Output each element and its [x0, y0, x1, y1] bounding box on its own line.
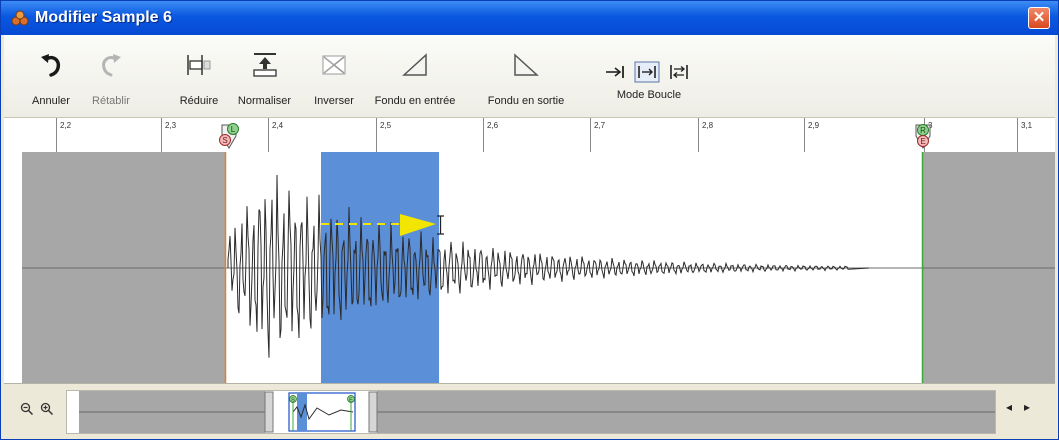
- thumb-left-grip[interactable]: [264, 391, 274, 433]
- loop-pingpong-icon[interactable]: [668, 63, 690, 81]
- ruler-tick: 3,1: [1017, 118, 1032, 152]
- reverse-label: Inverser: [314, 95, 354, 107]
- time-ruler[interactable]: 2,2 2,3 2,4 2,5 2,6 2,7 2,8 2,9 3 3,1 L …: [4, 118, 1055, 153]
- normalize-label: Normaliser: [237, 95, 292, 107]
- zoom-in-icon[interactable]: [40, 402, 54, 416]
- undo-button[interactable]: Annuler: [26, 35, 76, 115]
- loop-forward-icon[interactable]: [634, 61, 660, 83]
- undo-icon: [41, 54, 61, 77]
- reverse-button[interactable]: Inverser: [304, 35, 364, 115]
- loop-mode-group: Mode Boucle: [594, 35, 704, 115]
- loop-mode-label: Mode Boucle: [616, 89, 682, 101]
- fade-out-icon: [514, 53, 539, 76]
- close-icon: ✕: [1032, 9, 1046, 26]
- ruler-tick: 2,3: [161, 118, 176, 152]
- loop-end-bottom-letter: E: [920, 137, 925, 146]
- fade-out-button[interactable]: Fondu en sortie: [476, 35, 576, 115]
- overview-end-letter: E: [349, 398, 353, 404]
- ruler-tick: 2,5: [376, 118, 391, 152]
- reverse-icon: [322, 55, 346, 75]
- loop-start-marker[interactable]: L S: [216, 122, 242, 150]
- redo-button[interactable]: Rétablir: [86, 35, 136, 115]
- close-button[interactable]: ✕: [1028, 7, 1050, 29]
- reduce-icon: [187, 55, 211, 75]
- normalize-button[interactable]: Normaliser: [232, 35, 297, 115]
- left-edge: [4, 152, 22, 383]
- undo-label: Annuler: [32, 95, 70, 107]
- fade-in-label: Fondu en entrée: [374, 95, 456, 107]
- fade-out-label: Fondu en sortie: [487, 95, 565, 107]
- sample-editor-window: Modifier Sample 6 ✕ Annuler Rétablir Réd…: [0, 0, 1059, 440]
- normalize-icon: [252, 53, 277, 77]
- reduce-label: Réduire: [179, 95, 219, 107]
- redo-icon: [102, 54, 121, 77]
- fade-in-button[interactable]: Fondu en entrée: [364, 35, 466, 115]
- scroll-left-arrow[interactable]: ◂: [1006, 400, 1012, 414]
- overview-start-letter: S: [291, 398, 295, 404]
- overview-canvas: S E: [67, 391, 995, 433]
- ruler-tick: 2,4: [268, 118, 283, 152]
- title-bar[interactable]: Modifier Sample 6 ✕: [1, 1, 1058, 35]
- ruler-tick: 2,9: [804, 118, 819, 152]
- ruler-tick: 2,6: [483, 118, 498, 152]
- loop-start-top-letter: L: [231, 125, 236, 134]
- reduce-button[interactable]: Réduire: [169, 35, 229, 115]
- window-title: Modifier Sample 6: [35, 9, 172, 26]
- loop-end-marker[interactable]: R E: [910, 122, 936, 150]
- zoom-out-icon[interactable]: [20, 402, 34, 416]
- redo-label: Rétablir: [92, 95, 130, 107]
- waveform-canvas[interactable]: [4, 152, 1055, 383]
- loop-start-bottom-letter: S: [222, 136, 227, 145]
- toolbar: Annuler Rétablir Réduire Normaliser Inve…: [4, 35, 1055, 118]
- loop-end-top-letter: R: [920, 126, 926, 135]
- ruler-tick: 2,8: [698, 118, 713, 152]
- fade-in-icon: [402, 53, 427, 76]
- ruler-tick: 2,7: [590, 118, 605, 152]
- thumb-right-grip[interactable]: [368, 391, 378, 433]
- waveform-view[interactable]: [4, 152, 1055, 383]
- loop-off-icon[interactable]: [604, 63, 626, 81]
- ruler-tick: 2,2: [56, 118, 71, 152]
- app-icon: [11, 10, 29, 26]
- overview-scrollbar[interactable]: S E: [66, 390, 996, 434]
- scroll-right-arrow[interactable]: ▸: [1024, 400, 1030, 414]
- overview-scroll-area: S E ◂ ▸: [4, 383, 1055, 439]
